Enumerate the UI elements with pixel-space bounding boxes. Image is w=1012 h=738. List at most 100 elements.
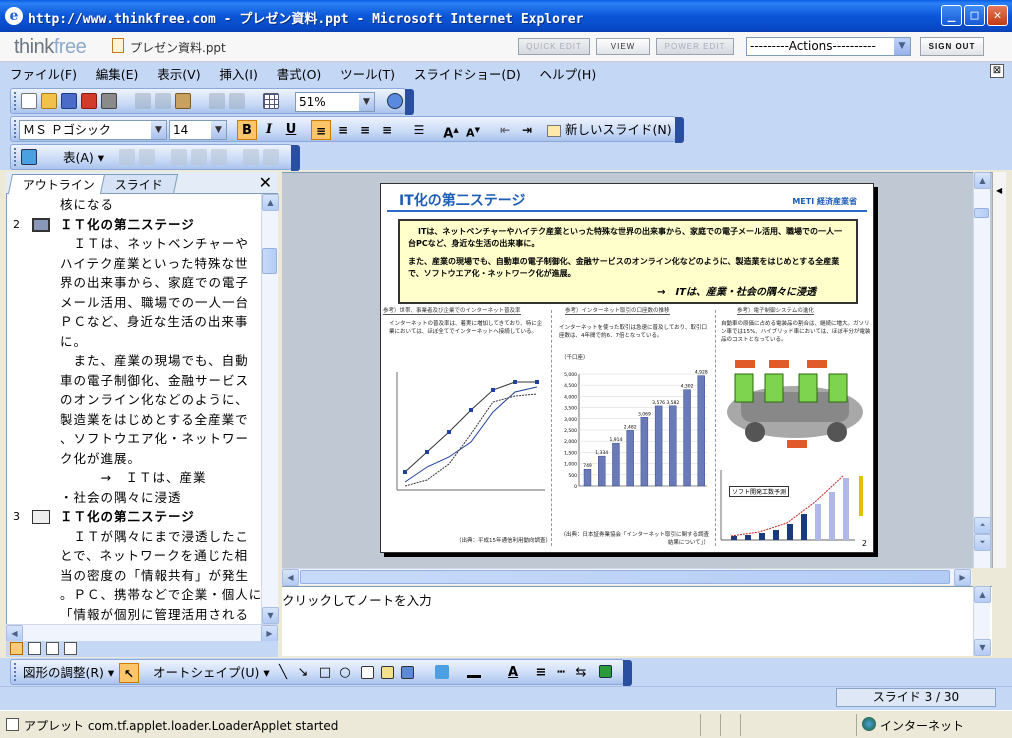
close-window-button[interactable]: ✕: [987, 5, 1008, 26]
insert-picture-icon[interactable]: [401, 666, 414, 679]
quick-edit-button[interactable]: QUICK EDIT: [518, 38, 590, 55]
menu-view[interactable]: 表示(V): [157, 64, 200, 86]
font-color-icon[interactable]: A: [503, 663, 523, 683]
scroll-right-icon[interactable]: ▶: [261, 625, 278, 642]
scroll-left-icon[interactable]: ◀: [6, 625, 23, 642]
cut-icon[interactable]: [135, 93, 151, 109]
menu-edit[interactable]: 編集(E): [96, 64, 139, 86]
decrease-font-icon[interactable]: A▼: [463, 120, 483, 140]
shadow-style-icon[interactable]: [599, 665, 612, 678]
toolbar-options-icon[interactable]: [291, 145, 300, 171]
open-folder-icon[interactable]: [41, 93, 57, 109]
outline-slide-title[interactable]: ＩＴ化の第二ステージ: [60, 507, 195, 527]
increase-font-icon[interactable]: A▲: [441, 120, 461, 141]
slide-vertical-scrollbar[interactable]: ▲ ⏶ ⏷: [973, 172, 991, 568]
bold-button[interactable]: B: [237, 120, 257, 140]
sign-out-button[interactable]: SIGN OUT: [920, 37, 984, 56]
outline-text-line[interactable]: 車の電子制御化、金融サービス: [60, 371, 249, 391]
menu-help[interactable]: ヘルプ(H): [540, 64, 597, 86]
autoshape-menu[interactable]: オートシェイプ(U) ▾: [153, 663, 270, 683]
clipart-icon[interactable]: [381, 666, 394, 679]
dash-style-icon[interactable]: ┅: [551, 663, 571, 683]
outline-text-line[interactable]: メール活用、職場での一人一台: [60, 293, 249, 313]
align-left-icon[interactable]: ≡: [311, 120, 331, 140]
line-style-icon[interactable]: ≡: [531, 663, 551, 683]
align-top-icon[interactable]: [171, 149, 187, 165]
insert-table-icon[interactable]: [263, 93, 279, 109]
outline-text-line[interactable]: 界の出来事から、家庭での電子: [60, 273, 249, 293]
help-icon[interactable]: [387, 93, 403, 109]
font-size-select[interactable]: 14 ▼: [169, 120, 227, 140]
notes-view-icon[interactable]: [46, 642, 59, 655]
outline-text-line[interactable]: とで、ネットワークを通じた相: [60, 546, 248, 566]
redo-icon[interactable]: [229, 93, 245, 109]
scroll-down-icon[interactable]: ▼: [974, 639, 991, 656]
decrease-indent-icon[interactable]: ⇤: [495, 120, 515, 140]
distribute-cols-icon[interactable]: [263, 149, 279, 165]
line-tool-icon[interactable]: ╲: [273, 663, 293, 683]
outline-text-line[interactable]: また、産業の現場でも、自動: [60, 351, 249, 371]
justify-icon[interactable]: ≡: [377, 120, 397, 140]
split-cells-icon[interactable]: [139, 149, 155, 165]
align-middle-icon[interactable]: [191, 149, 207, 165]
outline-text-line[interactable]: → ＩＴは、産業: [60, 468, 206, 488]
slide-sorter-icon[interactable]: [28, 642, 41, 655]
toolbar-grip[interactable]: [14, 92, 17, 110]
outline-text-line[interactable]: ク化が進展。: [60, 449, 141, 469]
arrow-tool-icon[interactable]: ↘: [293, 663, 313, 683]
outline-slide-icon[interactable]: [32, 510, 50, 524]
scroll-up-icon[interactable]: ▲: [974, 172, 991, 189]
menu-file[interactable]: ファイル(F): [10, 64, 77, 86]
menu-tools[interactable]: ツール(T): [340, 64, 395, 86]
undo-icon[interactable]: [209, 93, 225, 109]
font-select[interactable]: ＭＳ Ｐゴシック ▼: [19, 120, 167, 140]
outline-text-line[interactable]: 製造業をはじめとする全産業で: [60, 410, 249, 430]
scroll-thumb[interactable]: [262, 248, 277, 274]
next-slide-icon[interactable]: ⏷: [974, 534, 991, 551]
scroll-left-icon[interactable]: ◀: [282, 569, 299, 586]
view-button[interactable]: VIEW: [596, 38, 650, 55]
table-menu-button[interactable]: 表(A) ▾: [63, 148, 104, 168]
maximize-button[interactable]: □: [964, 5, 985, 26]
fullscreen-icon[interactable]: ⊠: [990, 64, 1004, 78]
merge-cells-icon[interactable]: [119, 149, 135, 165]
scroll-up-icon[interactable]: ▲: [974, 586, 991, 603]
scroll-thumb[interactable]: [974, 208, 989, 218]
close-panel-icon[interactable]: ✕: [259, 173, 272, 192]
line-color-icon[interactable]: [467, 664, 481, 678]
select-pointer-icon[interactable]: ↖: [119, 663, 139, 683]
distribute-rows-icon[interactable]: [243, 149, 259, 165]
previous-slide-icon[interactable]: ⏶: [974, 517, 991, 534]
scroll-right-icon[interactable]: ▶: [954, 569, 971, 586]
toolbar-options-icon[interactable]: [675, 117, 684, 143]
outline-slide-icon[interactable]: [32, 217, 50, 232]
outline-text-line[interactable]: 核になる: [60, 195, 114, 215]
outline-vertical-scrollbar[interactable]: ▲ ▼: [261, 194, 279, 624]
zoom-select[interactable]: 51% ▼: [295, 92, 375, 112]
new-slide-button[interactable]: 新しいスライド(N): [547, 120, 672, 140]
underline-button[interactable]: U: [281, 120, 301, 140]
outline-text-line[interactable]: ・社会の隅々に浸透: [60, 488, 182, 508]
pdf-icon[interactable]: [81, 93, 97, 109]
outline-content[interactable]: 核になる 2 ＩＴ化の第二ステージ ＩＴは、ネットベンチャーや ハイテク産業といった特…: [6, 194, 260, 626]
arrow-style-icon[interactable]: ⇆: [571, 663, 591, 683]
toolbar-grip[interactable]: [14, 120, 17, 138]
scroll-thumb[interactable]: [300, 570, 950, 584]
outline-text-line[interactable]: ハイテク産業といった特殊な世: [60, 254, 249, 274]
power-edit-button[interactable]: POWER EDIT: [656, 38, 734, 55]
outline-text-line[interactable]: ＰＣなど、身近な生活の出来事: [60, 312, 248, 332]
actions-dropdown[interactable]: ---------Actions---------- ▼: [746, 37, 911, 56]
outline-text-line[interactable]: 、ソフトウエア化・ネットワー: [60, 429, 249, 449]
outline-text-line[interactable]: ＩＴは、ネットベンチャーや: [60, 234, 249, 254]
scroll-up-icon[interactable]: ▲: [262, 194, 279, 211]
tab-outline[interactable]: アウトライン: [7, 174, 111, 194]
align-center-icon[interactable]: ≡: [333, 120, 353, 140]
fill-color-icon[interactable]: [435, 665, 449, 679]
outline-text-line[interactable]: のオンライン化などのように、: [60, 390, 249, 410]
menu-format[interactable]: 書式(O): [277, 64, 322, 86]
outline-text-line[interactable]: ＩＴが隅々にまで浸透したこ: [60, 527, 249, 547]
side-pane-toggle[interactable]: ◀: [992, 172, 1006, 568]
rectangle-tool-icon[interactable]: □: [315, 663, 335, 683]
outline-text-line[interactable]: 。ＰＣ、携帯などで企業・個人に: [60, 585, 260, 605]
menu-insert[interactable]: 挿入(I): [219, 64, 257, 86]
